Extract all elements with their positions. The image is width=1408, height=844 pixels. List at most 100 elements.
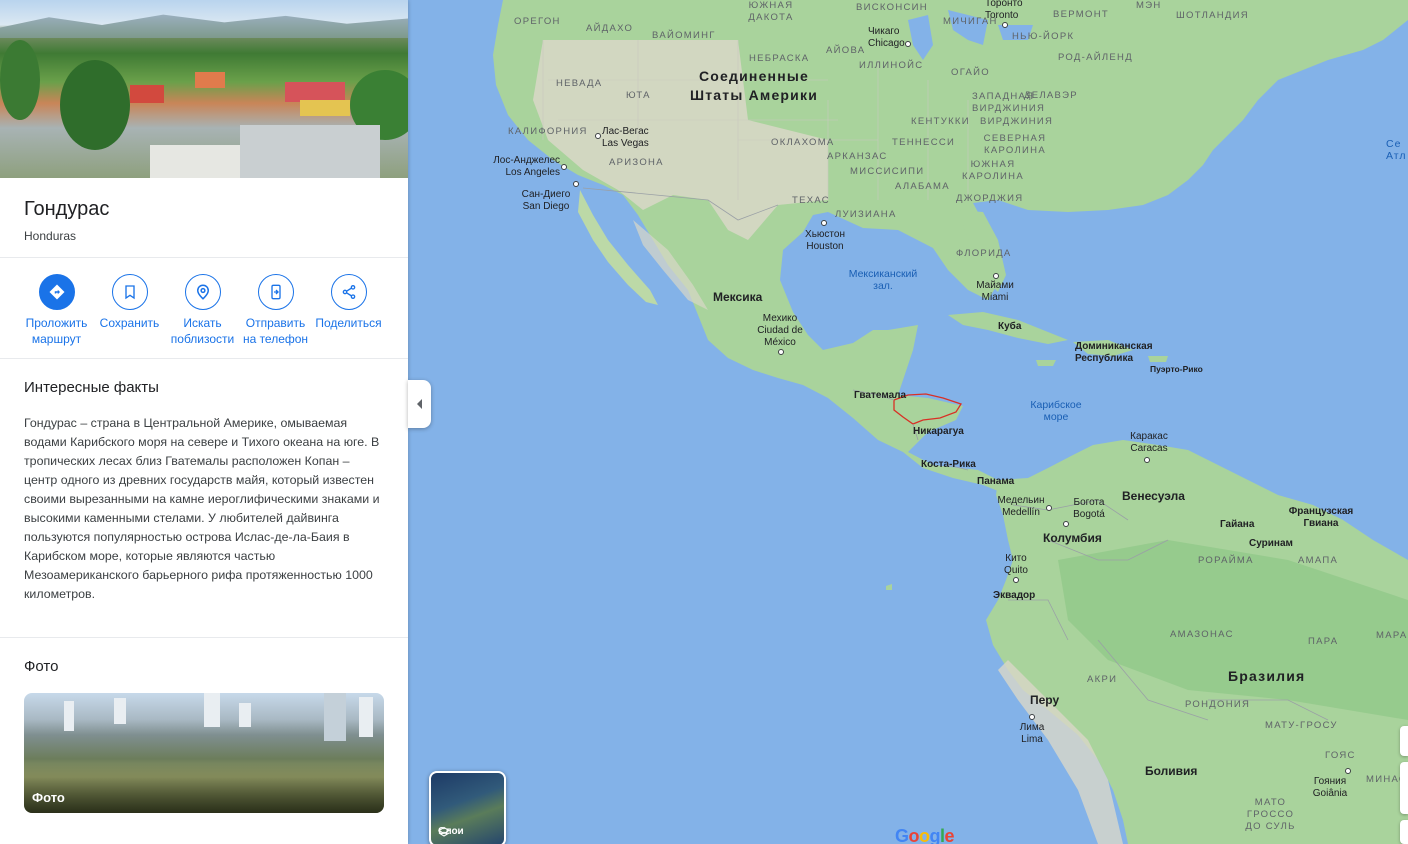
hero-tree	[0, 40, 40, 120]
city-marker[interactable]	[1144, 457, 1150, 463]
hero-roof	[195, 72, 225, 88]
map-label-state: ИЛЛИНОЙС	[859, 60, 924, 71]
map-label-country: Французская Гвиана	[1288, 506, 1354, 529]
google-logo: Google	[895, 826, 955, 844]
map-label-state: ГОЯС	[1325, 750, 1356, 761]
map-label-water: Карибское море	[1030, 399, 1082, 423]
share-label: Поделиться	[315, 316, 382, 330]
map-label-city: Майами Miami	[976, 280, 1014, 303]
map-label-state: ОКЛАХОМА	[771, 137, 835, 148]
photo-building	[239, 703, 251, 727]
hero-mountains	[0, 14, 408, 38]
map-label-state: ЛУИЗИАНА	[835, 209, 897, 220]
facts-text: Гондурас – страна в Центральной Америке,…	[24, 416, 380, 601]
map-label-state: ТЕХАС	[792, 195, 830, 206]
photo-building	[114, 698, 126, 724]
nearby-label: Искать поблизости	[170, 316, 235, 346]
map-label-country: Никарагуа	[913, 426, 964, 437]
map-label-country: Боливия	[1145, 764, 1198, 778]
map-label-state: ДЖОРДЖИЯ	[956, 193, 1024, 204]
map-label-state: РОД-АЙЛЕНД	[1058, 52, 1133, 63]
map-label-city: Мехико Ciudad de México	[757, 313, 803, 348]
map-label-state: ОРЕГОН	[514, 16, 561, 27]
map-label-state: ВАЙОМИНГ	[652, 30, 716, 41]
map-label-state: МЭН	[1136, 0, 1162, 11]
map-label-state: МАТО ГРОССО ДО СУЛЬ	[1245, 797, 1296, 832]
hero-roof	[300, 100, 350, 116]
map-label-state: ШОТЛАНДИЯ	[1176, 10, 1249, 21]
bookmark-icon	[111, 274, 148, 310]
nearby-button[interactable]: Искать поблизости	[166, 274, 239, 358]
city-marker[interactable]	[821, 220, 827, 226]
photo-shade	[24, 763, 384, 813]
map-label-city: Медельин Medellín	[997, 495, 1045, 518]
city-marker[interactable]	[561, 164, 567, 170]
map-label-city: Торонто Toronto	[985, 0, 1023, 21]
photo-card[interactable]: Фото	[24, 693, 384, 813]
city-marker[interactable]	[595, 133, 601, 139]
city-marker[interactable]	[573, 181, 579, 187]
city-marker[interactable]	[1345, 768, 1351, 774]
map-label-state: ЮЖНАЯ ДАКОТА	[748, 0, 794, 23]
map-label-state: НЬЮ-ЙОРК	[1012, 31, 1075, 42]
map-label-state: НЕВАДА	[556, 78, 603, 89]
hero-roof	[150, 145, 240, 178]
action-bar: Проложить маршрут Сохранить Искать побли…	[0, 258, 408, 359]
directions-button[interactable]: Проложить маршрут	[20, 274, 93, 358]
place-header: Гондурас Honduras	[0, 178, 408, 258]
map-label-state: ВИСКОНСИН	[856, 2, 928, 13]
map-label-state: НЕБРАСКА	[749, 53, 810, 64]
city-marker[interactable]	[1046, 505, 1052, 511]
photos-title: Фото	[24, 658, 59, 675]
map-label-state: АЙОВА	[826, 45, 866, 56]
hero-photo[interactable]	[0, 0, 408, 178]
galapagos	[886, 584, 892, 590]
city-marker[interactable]	[1002, 22, 1008, 28]
facts-title: Интересные факты	[24, 379, 159, 396]
map-label-city: Хьюстон Houston	[805, 229, 845, 252]
layers-button[interactable]: Слои	[429, 771, 506, 844]
map-label-state: КАЛИФОРНИЯ	[508, 126, 588, 137]
zoom-control[interactable]	[1400, 726, 1408, 756]
map-label-state: РОНДОНИЯ	[1185, 699, 1251, 710]
map-label-country: Колумбия	[1043, 531, 1102, 545]
map-label-state: МИССИСИПИ	[850, 166, 925, 177]
map-label-country: Панама	[977, 476, 1015, 487]
map-label-state: РОРАЙМА	[1198, 555, 1254, 566]
hero-roof	[130, 85, 164, 103]
place-panel: Гондурас Honduras Проложить маршрут Сохр…	[0, 0, 408, 844]
save-button[interactable]: Сохранить	[93, 274, 166, 358]
map-label-water: Мексиканский зал.	[848, 268, 918, 292]
save-label: Сохранить	[99, 316, 160, 330]
city-marker[interactable]	[1029, 714, 1035, 720]
map-label-state: ФЛОРИДА	[956, 248, 1012, 259]
city-marker[interactable]	[778, 349, 784, 355]
send-to-phone-button[interactable]: Отправить на телефон	[239, 274, 312, 358]
map-label-water: Се Атл	[1386, 138, 1407, 162]
map-control[interactable]	[1400, 820, 1408, 844]
map-label-state: ОГАЙО	[951, 67, 990, 78]
hero-roof	[285, 82, 345, 102]
city-marker[interactable]	[1063, 521, 1069, 527]
map-label-country: Куба	[998, 321, 1022, 332]
map-canvas[interactable]: ОРЕГОН АЙДАХО ВАЙОМИНГ ЮЖНАЯ ДАКОТА НЕБР…	[408, 0, 1408, 844]
map-label-city: Лос-Анджелес Los Angeles	[493, 155, 560, 178]
map-label-country: Гайана	[1220, 519, 1255, 530]
city-marker[interactable]	[1013, 577, 1019, 583]
share-button[interactable]: Поделиться	[312, 274, 385, 358]
map-label-country: Доминиканская Республика	[1075, 341, 1153, 364]
photo-building	[359, 697, 373, 737]
map-label-state: ВИРДЖИНИЯ	[980, 116, 1054, 127]
map-label-state: МАТУ-ГРОСУ	[1265, 720, 1338, 731]
map-label-state: МАРАНЬ	[1376, 630, 1408, 641]
collapse-panel-button[interactable]	[408, 380, 431, 428]
map-label-state: ЮТА	[626, 90, 651, 101]
map-label-state: АЙДАХО	[586, 23, 634, 34]
map-label-state: АРИЗОНА	[609, 157, 664, 168]
map-label-country: Бразилия	[1228, 668, 1306, 684]
map-control[interactable]	[1400, 762, 1408, 814]
map-label-state: КЕНТУККИ	[911, 116, 970, 127]
photo-caption: Фото	[32, 790, 65, 805]
city-marker[interactable]	[993, 273, 999, 279]
chevron-left-icon	[416, 399, 422, 409]
